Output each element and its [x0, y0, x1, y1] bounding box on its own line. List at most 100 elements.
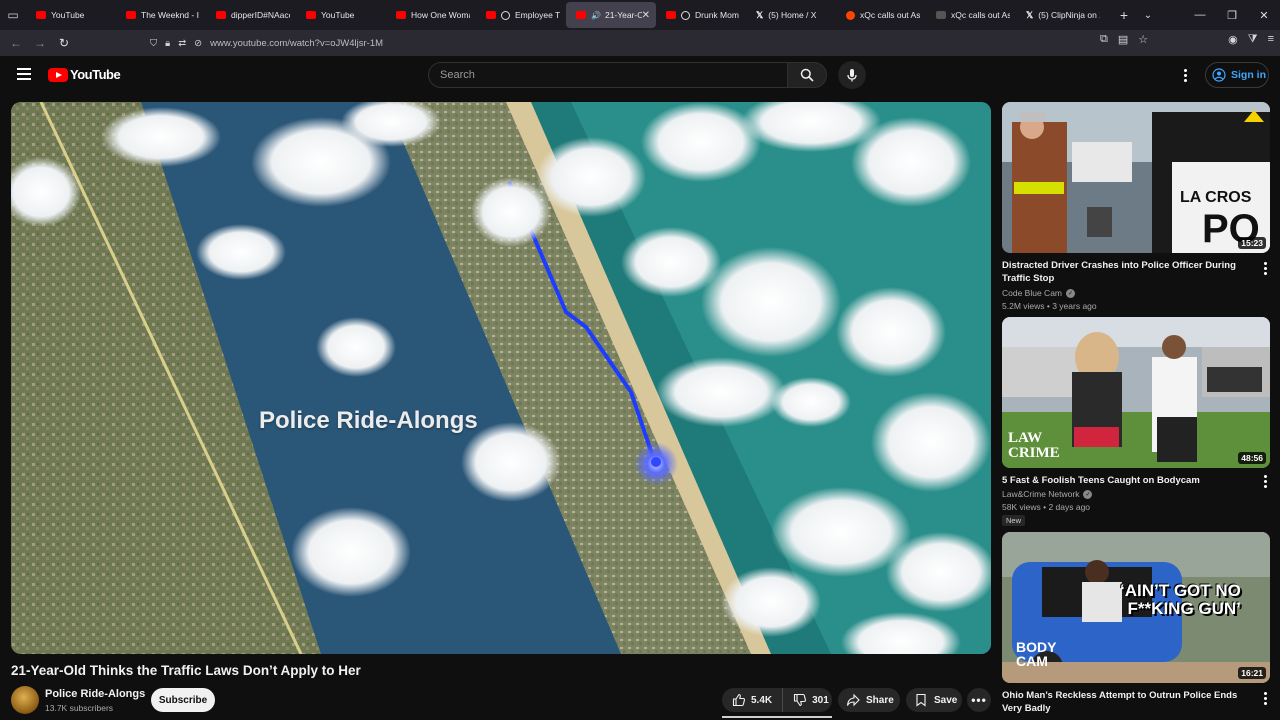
guide-menu-icon[interactable] [17, 68, 31, 80]
x-icon: 𝕏 [1026, 9, 1034, 20]
close-tab-icon[interactable]: ✕ [642, 10, 650, 21]
bodycam-label-line1: BODY [1016, 639, 1057, 655]
tab-label: YouTube [51, 10, 85, 20]
video-thumbnail[interactable]: ‘AIN’T GOT NO F**KING GUN’ BODY CAM 16:2… [1002, 532, 1270, 683]
search-input[interactable] [429, 63, 787, 87]
youtube-header: YouTube Sign in [0, 56, 1280, 96]
tab-label: xQc calls out Asm [860, 10, 920, 20]
video-thumbnail[interactable]: LAW CRIME 48:56 [1002, 317, 1270, 468]
thumbs-up-icon [732, 693, 746, 707]
browser-tab[interactable]: 𝕏 (5) Home / X [746, 2, 836, 28]
lock-icon[interactable]: 🔒︎ [165, 38, 170, 49]
browser-tab[interactable]: xQc calls out Asm [836, 2, 926, 28]
extensions-icon[interactable]: ⧩ [1248, 33, 1258, 46]
video-title: 21-Year-Old Thinks the Traffic Laws Don’… [11, 663, 361, 678]
browser-tab[interactable]: Employee Th [476, 2, 566, 28]
tab-label: Drunk Mom [695, 10, 739, 20]
recommendation-item[interactable]: LA CROS PO 15:23 Distracted Driver Crash… [1002, 102, 1270, 312]
new-tab-icon[interactable]: + [1112, 7, 1136, 23]
law-crime-logo-line2: CRIME [1008, 445, 1060, 461]
tab-label: YouTube [321, 10, 355, 20]
subscribe-button[interactable]: Subscribe [151, 688, 215, 712]
tab-label: xQc calls out Asm [951, 10, 1010, 20]
tab-label: The Weeknd - I Fe [141, 10, 200, 20]
search-button[interactable] [787, 62, 827, 88]
recommendation-item[interactable]: ‘AIN’T GOT NO F**KING GUN’ BODY CAM 16:2… [1002, 532, 1270, 720]
recommendation-meta: 5.2M views • 3 years ago [1002, 301, 1097, 311]
like-dislike-group: 5.4K 301 [722, 688, 832, 712]
back-icon[interactable]: ← [4, 31, 28, 55]
reload-icon[interactable]: ↻ [52, 31, 76, 55]
permissions-icon[interactable]: ⇄ [178, 38, 186, 49]
menu-icon[interactable]: ≡ [1268, 33, 1274, 46]
recommendation-channel[interactable]: Code Blue Cam ✓ [1002, 288, 1076, 298]
search-icon [800, 68, 814, 82]
video-duration: 15:23 [1238, 237, 1266, 249]
settings-more-icon[interactable] [1180, 66, 1190, 84]
channel-name[interactable]: Police Ride-Alongs [45, 688, 145, 700]
voice-search-button[interactable] [838, 61, 866, 89]
recommendation-title[interactable]: Distracted Driver Crashes into Police Of… [1002, 259, 1242, 285]
restore-icon[interactable]: ❐ [1216, 0, 1248, 30]
account-icon[interactable]: ◉ [1228, 33, 1238, 46]
sign-in-button[interactable]: Sign in [1205, 62, 1269, 88]
like-button[interactable]: 5.4K [722, 688, 784, 712]
circle-icon [501, 10, 510, 20]
window-controls: — ❐ ✕ [1184, 0, 1280, 30]
tracking-icon[interactable]: ⊘ [194, 38, 202, 49]
chevron-down-icon[interactable]: ⌄ [1136, 10, 1160, 21]
more-vertical-icon[interactable] [1262, 692, 1268, 706]
browser-tab[interactable]: The Weeknd - I Fe [116, 2, 206, 28]
x-icon: 𝕏 [756, 9, 764, 20]
reader-view-icon[interactable]: ▤ [1118, 33, 1128, 46]
tab-label: (5) Home / X [768, 10, 817, 20]
video-player[interactable]: Police Ride-Alongs [11, 102, 991, 654]
forward-icon[interactable]: → [28, 31, 52, 55]
search-box [428, 62, 788, 88]
recommendation-title[interactable]: Ohio Man’s Reckless Attempt to Outrun Po… [1002, 689, 1242, 715]
browser-tab-active[interactable]: 🔊 21-Year-O ✕ [566, 2, 656, 28]
browser-tab[interactable]: How One Woman [386, 2, 476, 28]
browser-tab[interactable]: YouTube [26, 2, 116, 28]
channel-name: Code Blue Cam [1002, 288, 1063, 298]
address-bar[interactable]: ⛉ 🔒︎ ⇄ ⊘ www.youtube.com/watch?v=oJW4ljs… [150, 33, 1070, 53]
picture-in-picture-icon[interactable]: ⧉ [1100, 33, 1108, 46]
url-text[interactable]: www.youtube.com/watch?v=oJW4ljsr-1M [210, 38, 383, 49]
youtube-icon [36, 11, 46, 19]
youtube-play-icon [48, 67, 68, 82]
new-badge: New [1002, 515, 1026, 526]
bookmark-star-icon[interactable]: ☆ [1138, 33, 1148, 46]
sign-in-label: Sign in [1231, 69, 1266, 81]
recommendation-channel[interactable]: Law&Crime Network ✓ [1002, 489, 1093, 499]
video-thumbnail[interactable]: LA CROS PO 15:23 [1002, 102, 1270, 253]
close-window-icon[interactable]: ✕ [1248, 0, 1280, 30]
share-button[interactable]: Share [838, 688, 900, 712]
save-label: Save [934, 694, 958, 706]
browser-tab-bar: ▭ YouTube The Weeknd - I Fe dipperID#NAa… [0, 0, 1280, 30]
tab-label: 21-Year-O [604, 10, 642, 20]
thumbs-down-icon [794, 693, 807, 707]
tab-strip: YouTube The Weeknd - I Fe dipperID#NAacc… [26, 0, 1106, 30]
recommendation-item[interactable]: LAW CRIME 48:56 5 Fast & Foolish Teens C… [1002, 317, 1270, 527]
browser-tab[interactable]: Drunk Mom [656, 2, 746, 28]
recommendation-title[interactable]: 5 Fast & Foolish Teens Caught on Bodycam [1002, 474, 1242, 487]
more-vertical-icon[interactable] [1262, 262, 1268, 276]
channel-avatar[interactable] [11, 686, 39, 714]
speaker-icon[interactable]: 🔊 [591, 11, 601, 20]
dislike-button[interactable]: 301 [783, 693, 839, 707]
tab-overview-icon[interactable]: ▭ [0, 0, 26, 30]
reddit-icon [846, 10, 855, 20]
recommendation-meta: 58K views • 2 days ago [1002, 502, 1091, 512]
minimize-icon[interactable]: — [1184, 0, 1216, 30]
shield-icon[interactable]: ⛉ [150, 38, 157, 49]
browser-tab[interactable]: YouTube [296, 2, 386, 28]
more-vertical-icon[interactable] [1262, 475, 1268, 489]
bodycam-thumbnail-image: LA CROS PO [1002, 102, 1270, 253]
youtube-logo[interactable]: YouTube [48, 67, 121, 82]
save-button[interactable]: Save [906, 688, 962, 712]
browser-tab[interactable]: dipperID#NAacc [206, 2, 296, 28]
more-actions-button[interactable]: ••• [967, 688, 991, 712]
browser-tab[interactable]: 𝕏 (5) ClipNinja on X [1016, 2, 1106, 28]
user-circle-icon [1212, 68, 1226, 82]
browser-tab[interactable]: xQc calls out Asm [926, 2, 1016, 28]
